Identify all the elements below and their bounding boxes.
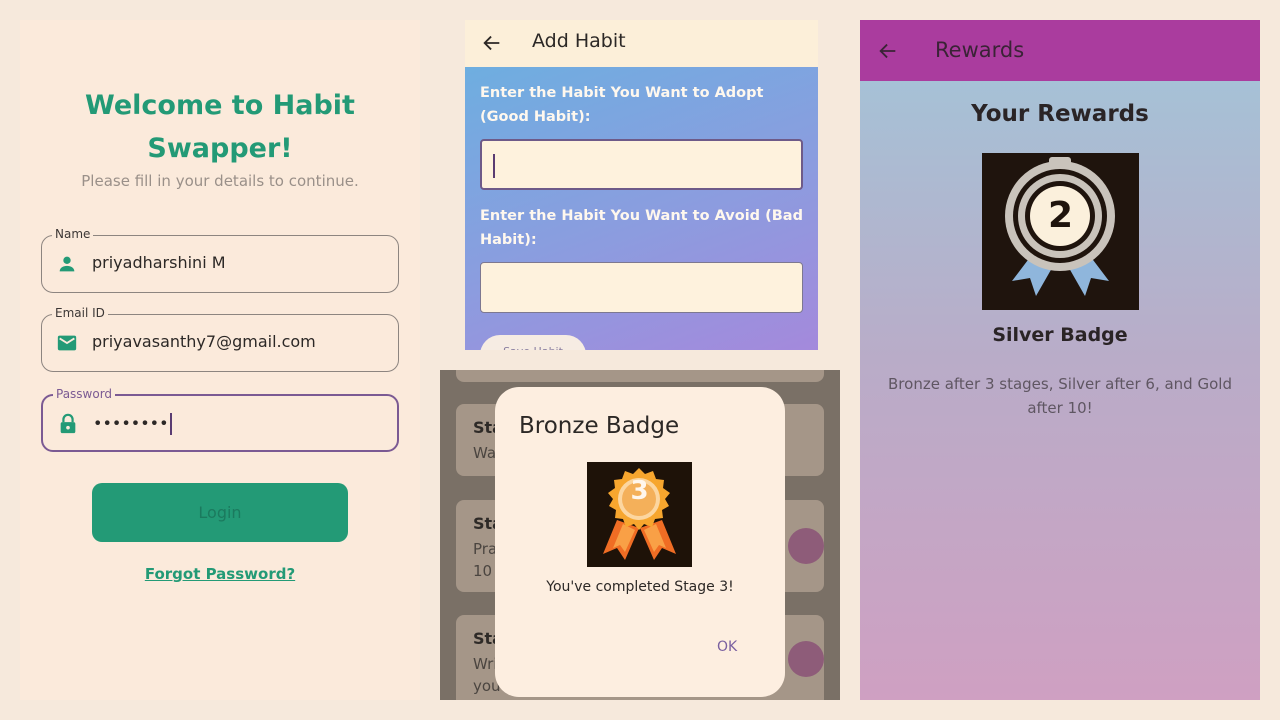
rewards-screen: Rewards Your Rewards 2 Silver Badge Bron… [860,20,1260,700]
login-subtitle: Please fill in your details to continue. [81,172,359,190]
dialog-title: Bronze Badge [519,413,680,439]
back-arrow-icon[interactable] [481,32,503,54]
add-habit-form: Enter the Habit You Want to Adopt (Good … [465,67,818,350]
email-field-label: Email ID [52,306,108,320]
stage-description: Wa [473,444,497,462]
stages-screen: Sta Wa Sta Pra 10 Sta Wri you Bronze Bad… [440,370,840,700]
login-screen: Welcome to Habit Swapper! Please fill in… [20,20,420,700]
forgot-password-link[interactable]: Forgot Password? [20,565,420,583]
rewards-title: Rewards [935,38,1025,62]
email-field-value: priyavasanthy7@gmail.com [92,332,316,351]
password-field-label: Password [53,387,116,401]
stage-status-icon[interactable] [788,528,824,564]
rewards-appbar: Rewards [860,20,1260,81]
password-field-value: •••••••• [93,413,169,433]
rewards-info: Bronze after 3 stages, Silver after 6, a… [888,375,1232,417]
add-habit-appbar: Add Habit [465,20,818,67]
rewards-heading: Your Rewards [971,101,1149,127]
login-button[interactable]: Login [92,483,348,542]
rewards-body: Your Rewards 2 Silver Badge Bronze after… [860,81,1260,700]
dialog-badge-number: 3 [630,476,649,506]
add-habit-screen: Add Habit Enter the Habit You Want to Ad… [465,20,818,350]
password-field[interactable]: Password •••••••• [41,387,399,452]
email-field[interactable]: Email ID priyavasanthy7@gmail.com [41,306,399,372]
email-icon [57,335,77,351]
back-arrow-icon[interactable] [877,40,899,62]
name-field-value: priyadharshini M [92,253,226,272]
rewards-badge-number: 2 [1047,195,1074,236]
stage-status-icon[interactable] [788,641,824,677]
text-caret [493,154,495,178]
name-field[interactable]: Name priyadharshini M [41,227,399,293]
name-field-label: Name [52,227,94,241]
bronze-badge-dialog: Bronze Badge 3 You've completed Stage 3!… [495,387,785,697]
stage-card[interactable] [456,370,824,382]
save-habit-button[interactable]: Save Habit [480,335,586,350]
bad-habit-input[interactable] [480,262,803,313]
badge-name: Silver Badge [992,324,1128,346]
good-habit-input[interactable] [480,139,803,190]
login-title: Welcome to Habit Swapper! [85,90,355,164]
text-caret [169,413,172,435]
add-habit-title: Add Habit [532,30,626,52]
lock-icon [60,413,76,434]
person-icon [59,256,75,272]
ok-button[interactable]: OK [717,639,737,655]
password-field-wrap: •••••••• [93,413,172,435]
good-habit-label: Enter the Habit You Want to Adopt (Good … [480,85,764,125]
dialog-message: You've completed Stage 3! [546,579,734,595]
bad-habit-label: Enter the Habit You Want to Avoid (Bad H… [480,208,803,248]
